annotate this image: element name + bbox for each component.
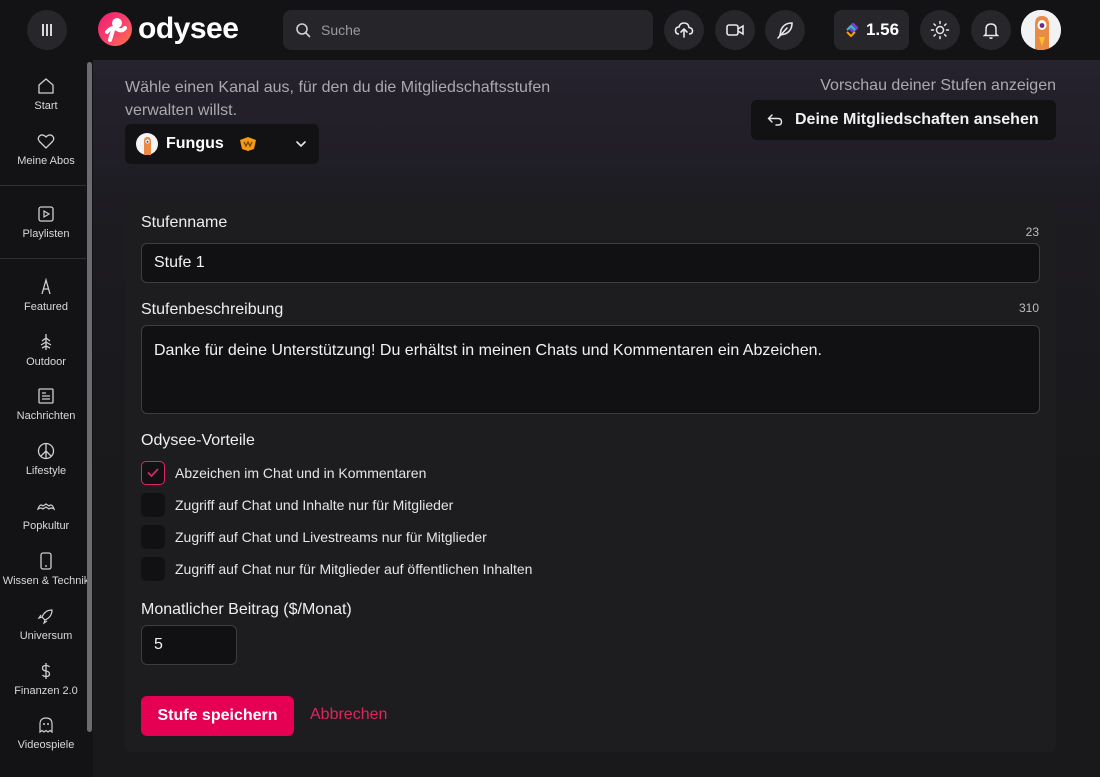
sidebar-scrollbar[interactable] (87, 62, 92, 732)
sidebar-item-start[interactable]: Start (0, 76, 92, 112)
sidebar: Start Meine Abos Playlisten Featured Out… (0, 60, 93, 777)
feather-icon (777, 22, 793, 39)
heart-icon (37, 134, 55, 149)
sidebar-item-wissen-technik[interactable]: Wissen & Technik (0, 551, 92, 587)
sun-icon (930, 20, 950, 40)
post-button[interactable] (765, 10, 805, 50)
bell-icon (982, 23, 1000, 39)
preview-label: Vorschau deiner Stufen anzeigen (820, 77, 1056, 94)
sidebar-item-lifestyle[interactable]: Lifestyle (0, 441, 92, 477)
logo-text: odysee (138, 12, 239, 45)
sidebar-item-outdoor[interactable]: Outdoor (0, 332, 92, 368)
tier-name-label: Stufenname (141, 214, 228, 231)
credits-amount: 1.56 (865, 20, 900, 39)
phone-icon (40, 552, 52, 570)
video-camera-icon (726, 24, 744, 36)
menu-icon (42, 24, 52, 36)
sidebar-toggle-button[interactable] (27, 10, 67, 50)
perk-label: Zugriff auf Chat nur für Mitglieder auf … (175, 561, 533, 577)
sidebar-item-meine-abos[interactable]: Meine Abos (0, 131, 92, 167)
sidebar-item-universum[interactable]: Universum (0, 606, 92, 642)
popculture-icon (36, 503, 56, 511)
tier-description-text: Danke für deine Unterstützung! Du erhält… (154, 342, 822, 359)
monthly-price-label: Monatlicher Beitrag ($/Monat) (141, 601, 352, 618)
sidebar-item-videospiele[interactable]: Videospiele (0, 715, 92, 751)
tree-icon (40, 334, 52, 350)
perk-checkbox-row[interactable]: Zugriff auf Chat nur für Mitglieder auf … (141, 557, 532, 581)
top-header: odysee 1.56 (0, 0, 1100, 60)
channel-select-intro: Wähle einen Kanal aus, für den du die Mi… (125, 79, 551, 119)
monthly-price-input[interactable] (141, 625, 237, 665)
perk-checkbox[interactable] (141, 493, 165, 517)
sidebar-item-finanzen[interactable]: Finanzen 2.0 (0, 661, 92, 697)
tier-description-textarea[interactable]: Danke für deine Unterstützung! Du erhält… (141, 325, 1040, 414)
perk-label: Zugriff auf Chat und Livestreams nur für… (175, 529, 487, 545)
tier-description-counter: 310 (1018, 301, 1039, 315)
go-live-button[interactable] (715, 10, 755, 50)
channel-selector[interactable]: Fungus (125, 124, 319, 164)
credits-balance-button[interactable]: 1.56 (834, 10, 909, 50)
cloud-upload-icon (674, 22, 694, 38)
channel-name: Fungus (166, 135, 224, 152)
search-icon (296, 23, 311, 38)
featured-icon (41, 277, 51, 295)
dollar-icon (41, 663, 51, 679)
view-memberships-label: Deine Mitgliedschaften ansehen (795, 111, 1039, 128)
search-bar[interactable] (283, 10, 653, 50)
return-arrow-icon (767, 114, 783, 126)
cancel-button[interactable]: Abbrechen (310, 706, 387, 724)
perks-label: Odysee-Vorteile (141, 432, 255, 449)
rocket-icon (37, 609, 53, 625)
odysee-logo[interactable]: odysee (98, 12, 239, 46)
sidebar-divider (0, 185, 86, 186)
peace-icon (37, 442, 55, 460)
perk-label: Abzeichen im Chat und in Kommentaren (175, 465, 427, 481)
perk-checkbox[interactable] (141, 557, 165, 581)
save-tier-button[interactable]: Stufe speichern (141, 696, 294, 736)
perk-checkbox-row[interactable]: Abzeichen im Chat und in Kommentaren (141, 461, 426, 485)
sidebar-item-playlisten[interactable]: Playlisten (0, 204, 92, 240)
tier-name-input[interactable] (141, 243, 1040, 283)
sidebar-item-featured[interactable]: Featured (0, 277, 92, 313)
theme-toggle-button[interactable] (920, 10, 960, 50)
perk-checkbox[interactable] (141, 525, 165, 549)
tier-name-counter: 23 (1025, 225, 1039, 239)
sidebar-item-nachrichten[interactable]: Nachrichten (0, 386, 92, 422)
checkmark-icon (147, 468, 159, 478)
user-avatar[interactable] (1021, 10, 1061, 50)
sidebar-item-popkultur[interactable]: Popkultur (0, 496, 92, 532)
perk-checkbox-row[interactable]: Zugriff auf Chat und Livestreams nur für… (141, 525, 487, 549)
notifications-button[interactable] (971, 10, 1011, 50)
perk-label: Zugriff auf Chat und Inhalte nur für Mit… (175, 497, 454, 513)
odysee-logo-mark (98, 12, 132, 46)
view-memberships-button[interactable]: Deine Mitgliedschaften ansehen (751, 100, 1056, 140)
news-icon (38, 388, 54, 404)
perk-checkbox-row[interactable]: Zugriff auf Chat und Inhalte nur für Mit… (141, 493, 453, 517)
chevron-down-icon (296, 141, 306, 148)
creator-badge-icon (239, 137, 256, 151)
tier-description-label: Stufenbeschreibung (141, 301, 284, 318)
ghost-icon (39, 717, 53, 734)
lbc-credits-icon (846, 23, 858, 37)
perk-checkbox-checked[interactable] (141, 461, 165, 485)
search-input[interactable] (319, 21, 643, 39)
channel-avatar (136, 133, 158, 155)
upload-button[interactable] (664, 10, 704, 50)
sidebar-divider (0, 258, 86, 259)
home-icon (38, 78, 54, 94)
playlist-icon (38, 206, 54, 222)
